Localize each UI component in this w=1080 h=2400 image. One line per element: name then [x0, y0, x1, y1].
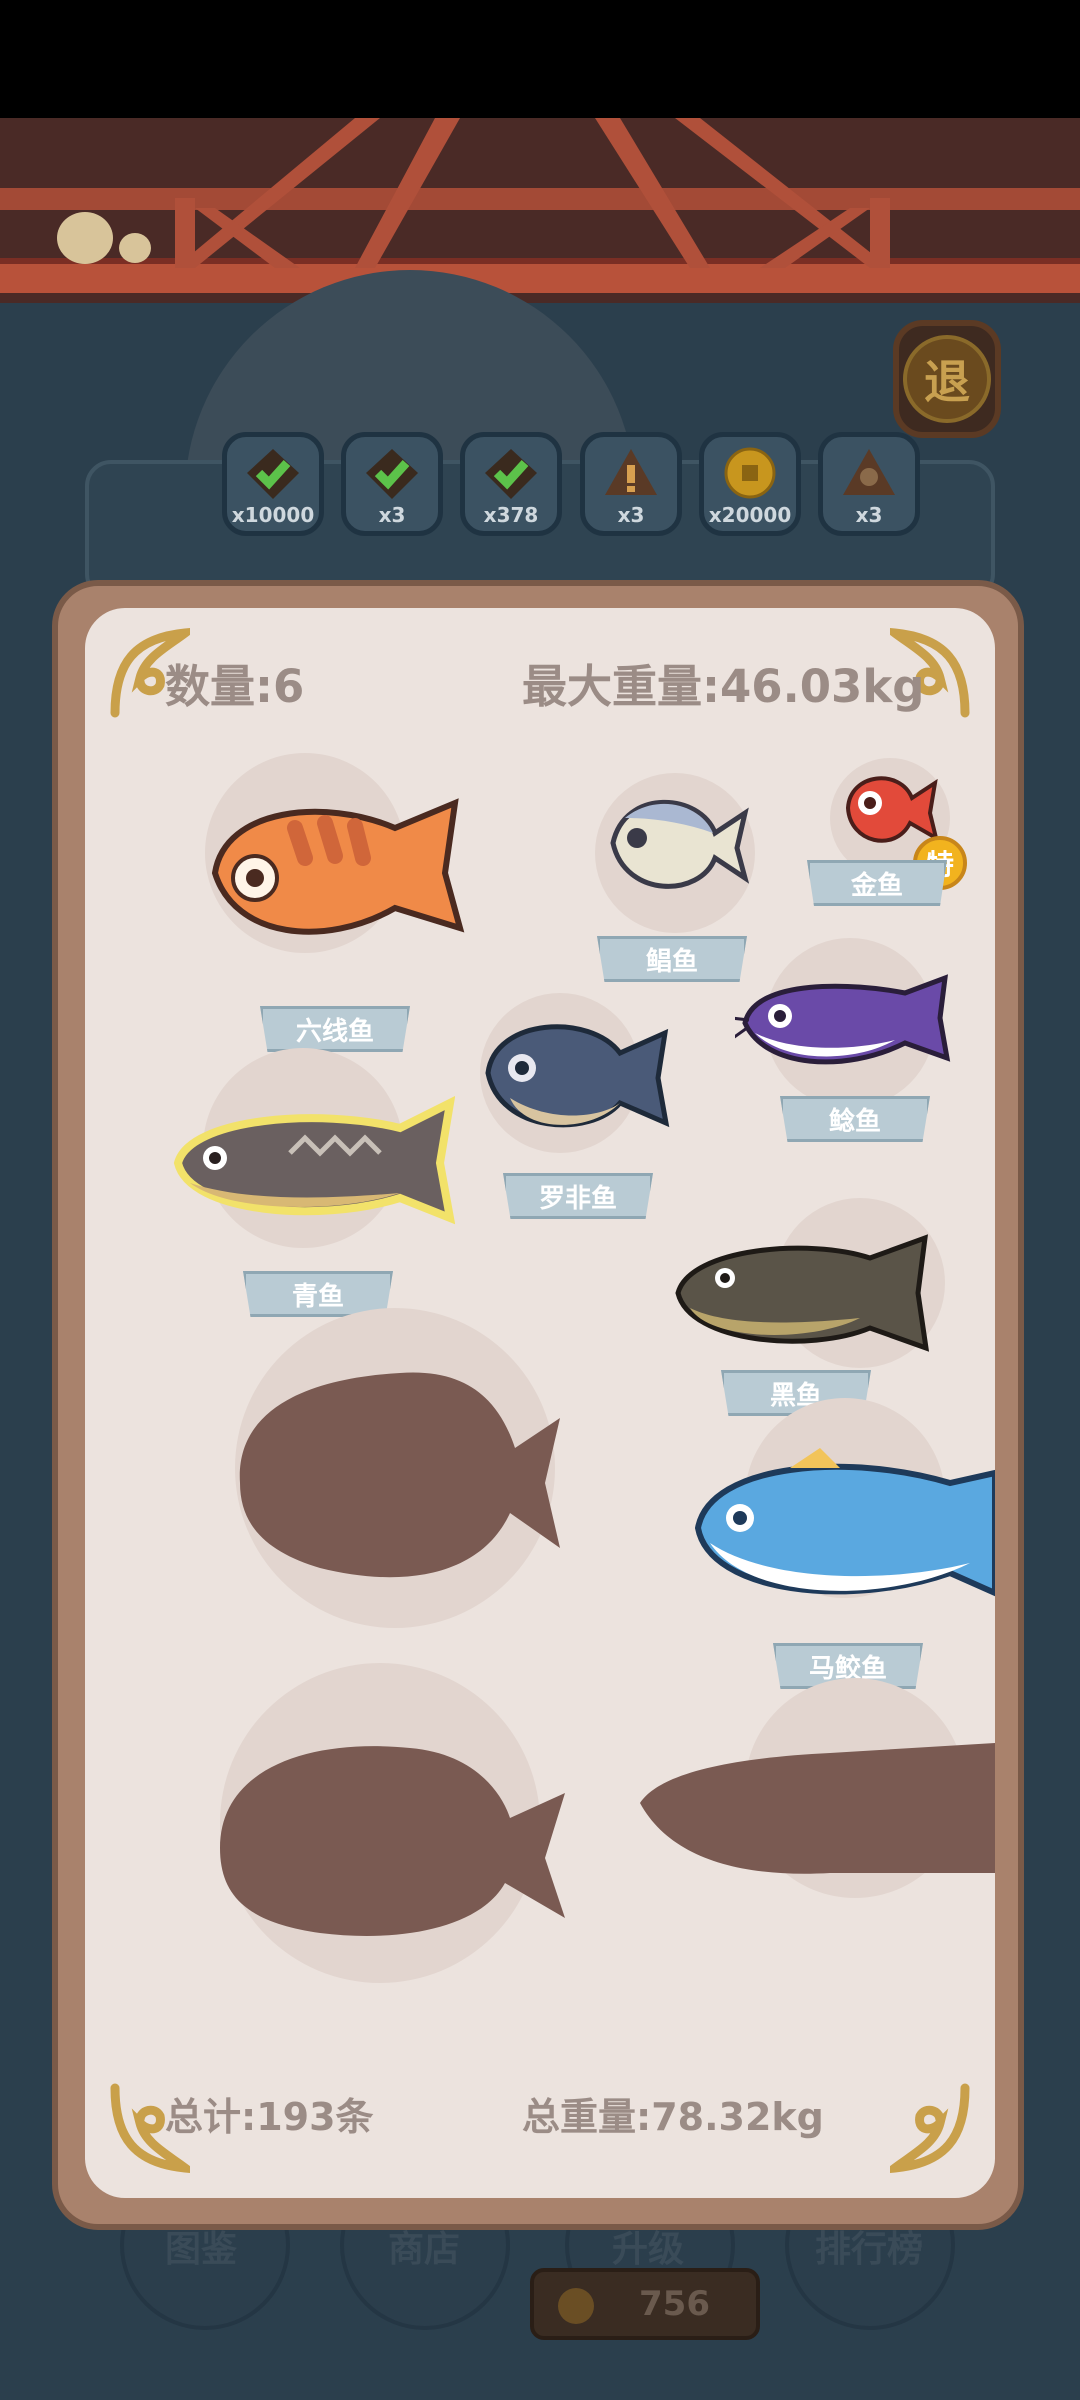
reward-qty: x3 — [378, 503, 406, 527]
mackerel-fish-icon[interactable] — [690, 1443, 995, 1618]
max-weight: 最大重量:46.03kg — [522, 660, 925, 713]
reward-item[interactable]: x3 — [341, 432, 443, 536]
clover-badge-icon — [843, 449, 895, 495]
check-badge-icon — [366, 449, 418, 499]
total-weight: 总重量:78.32kg — [522, 2095, 824, 2139]
pomfret-fish-icon[interactable] — [605, 788, 750, 898]
unknown-fish-silhouette[interactable] — [210, 1708, 570, 1948]
reward-qty: x378 — [483, 503, 539, 527]
snakehead-fish-icon[interactable] — [670, 1223, 930, 1363]
greenling-fish-icon[interactable] — [205, 788, 475, 958]
fish-name-plate: 鲶鱼 — [780, 1096, 930, 1142]
fish-name-plate: 鲳鱼 — [597, 936, 747, 982]
roof-beams — [0, 118, 1080, 303]
status-bar — [0, 0, 1080, 118]
check-badge-icon — [247, 449, 299, 499]
coin-value: 756 — [639, 2284, 710, 2324]
reward-item[interactable]: x378 — [460, 432, 562, 536]
coin-icon — [724, 447, 776, 499]
reward-item[interactable]: x20000 — [699, 432, 801, 536]
unknown-fish-silhouette[interactable] — [630, 1733, 995, 1883]
fish-coin-icon — [558, 2288, 594, 2324]
fish-name-plate: 金鱼 — [807, 860, 947, 906]
reward-item[interactable]: x3 — [818, 432, 920, 536]
catfish-icon[interactable] — [735, 958, 955, 1083]
reward-item[interactable]: x10000 — [222, 432, 324, 536]
reward-qty: x3 — [617, 503, 645, 527]
total-count: 总计:193条 — [165, 2095, 374, 2139]
reward-qty: x10000 — [231, 503, 315, 527]
fish-collection-panel: 数量:6 最大重量:46.03kg 总计:193条 总重量:78.32kg 六线… — [85, 608, 995, 2198]
fish-count: 数量:6 — [165, 660, 305, 713]
reward-qty: x3 — [855, 503, 883, 527]
fish-name-plate: 罗非鱼 — [503, 1173, 653, 1219]
warning-badge-icon — [605, 449, 657, 495]
tilapia-fish-icon[interactable] — [480, 1008, 670, 1143]
fish-name-plate: 六线鱼 — [260, 1006, 410, 1052]
black-carp-fish-icon[interactable] — [170, 1093, 455, 1228]
unknown-fish-silhouette[interactable] — [230, 1348, 565, 1598]
back-button[interactable]: 退 — [893, 320, 1001, 438]
back-button-label: 退 — [903, 335, 991, 423]
reward-item[interactable]: x3 — [580, 432, 682, 536]
coin-counter: 756 — [530, 2268, 760, 2340]
reward-qty: x20000 — [708, 503, 792, 527]
corner-ornament-icon — [890, 2083, 970, 2174]
check-badge-icon — [485, 449, 537, 499]
